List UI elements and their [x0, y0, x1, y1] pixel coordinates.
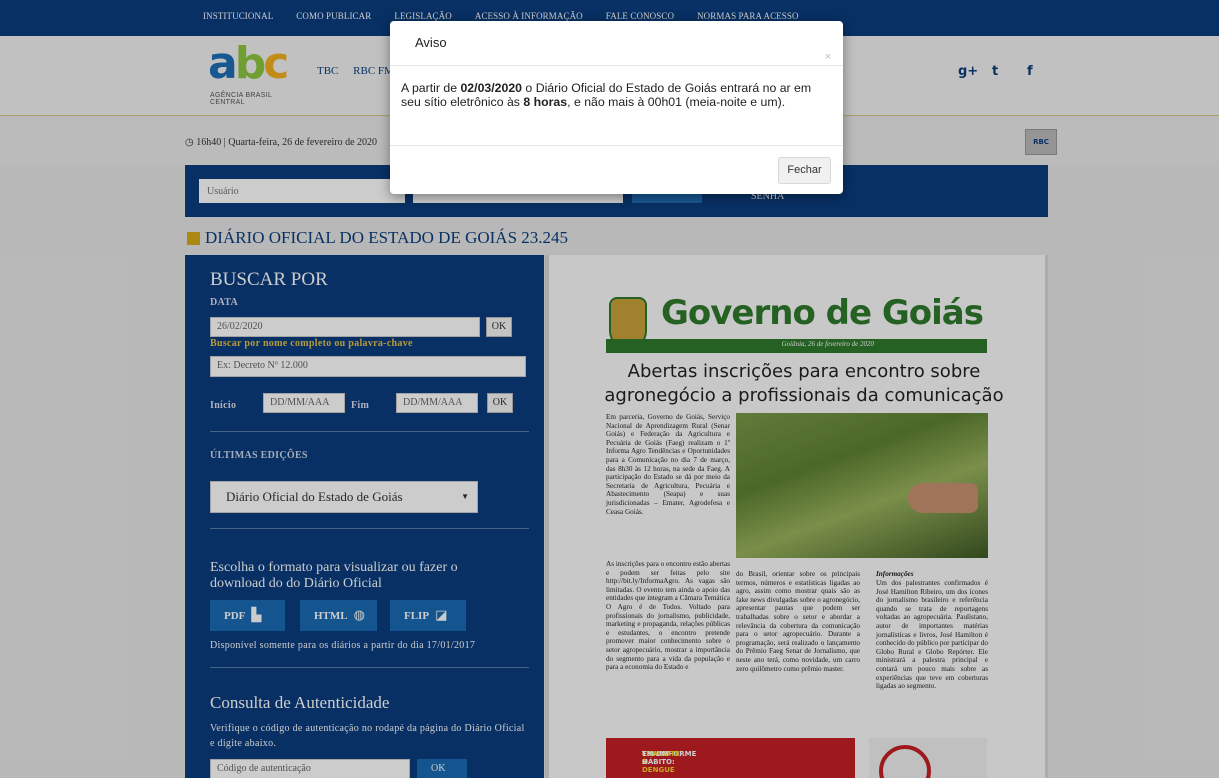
modal-body-text-1: A partir de: [401, 81, 461, 95]
modal-body-date: 02/03/2020: [460, 81, 523, 95]
modal-body: A partir de 02/03/2020 o Diário Oficial …: [401, 81, 831, 109]
modal-body-time: 8 horas: [523, 95, 568, 109]
divider: [390, 145, 843, 146]
close-button[interactable]: Fechar: [778, 157, 831, 184]
close-icon[interactable]: ×: [825, 51, 831, 63]
modal-title: Aviso: [415, 35, 447, 50]
modal-body-text-3: , e não mais à 00h01 (meia-noite e um).: [567, 95, 786, 109]
divider: [390, 65, 843, 66]
notice-modal: Aviso × A partir de 02/03/2020 o Diário …: [390, 21, 843, 194]
